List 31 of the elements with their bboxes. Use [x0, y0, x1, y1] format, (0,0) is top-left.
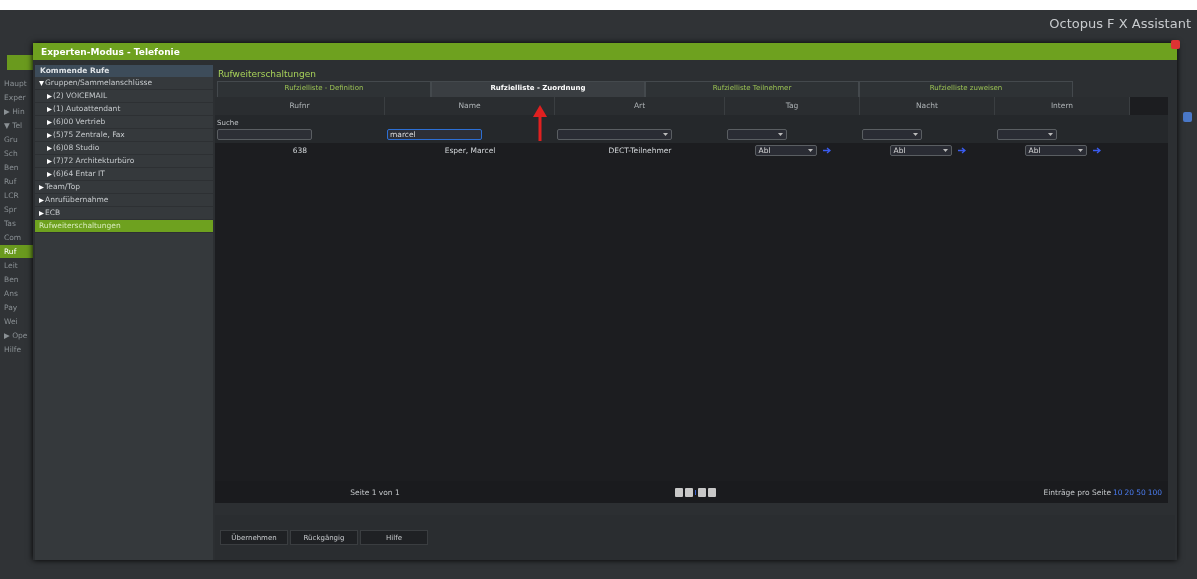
expand-triangle-icon[interactable] — [47, 145, 52, 151]
caret-icon — [807, 149, 813, 152]
caret-icon — [913, 133, 918, 136]
arrow-icon[interactable] — [957, 147, 966, 154]
caret-icon — [663, 133, 668, 136]
app-title: Octopus F X Assistant — [1049, 15, 1192, 31]
search-field[interactable] — [217, 129, 312, 140]
first-page-icon[interactable] — [674, 487, 683, 497]
expand-triangle-icon[interactable] — [47, 158, 52, 164]
previous-page-icon[interactable] — [684, 487, 693, 497]
caret-icon — [942, 149, 948, 152]
expand-triangle-icon[interactable] — [47, 119, 52, 125]
arrow-icon[interactable] — [1092, 147, 1101, 154]
section-heading: Rufweiterschaltungen — [217, 68, 317, 81]
menu-tab[interactable] — [7, 55, 33, 70]
next-page-icon[interactable] — [697, 487, 706, 497]
expand-triangle-icon[interactable] — [39, 80, 44, 86]
last-page-icon[interactable] — [707, 487, 716, 497]
expand-triangle-icon[interactable] — [47, 106, 52, 112]
caret-icon — [1048, 133, 1053, 136]
expand-triangle-icon[interactable] — [47, 171, 52, 177]
caret-icon — [1077, 149, 1083, 152]
expand-triangle-icon[interactable] — [47, 93, 52, 99]
dialog-title: Experten-Modus - Telefonie — [41, 46, 180, 57]
caret-icon — [778, 133, 783, 136]
annotation-arrow — [533, 105, 547, 141]
expand-triangle-icon[interactable] — [39, 197, 44, 203]
expand-triangle-icon[interactable] — [39, 210, 44, 216]
expand-triangle-icon[interactable] — [47, 132, 52, 138]
expand-triangle-icon[interactable] — [39, 184, 44, 190]
arrow-icon[interactable] — [822, 147, 831, 154]
